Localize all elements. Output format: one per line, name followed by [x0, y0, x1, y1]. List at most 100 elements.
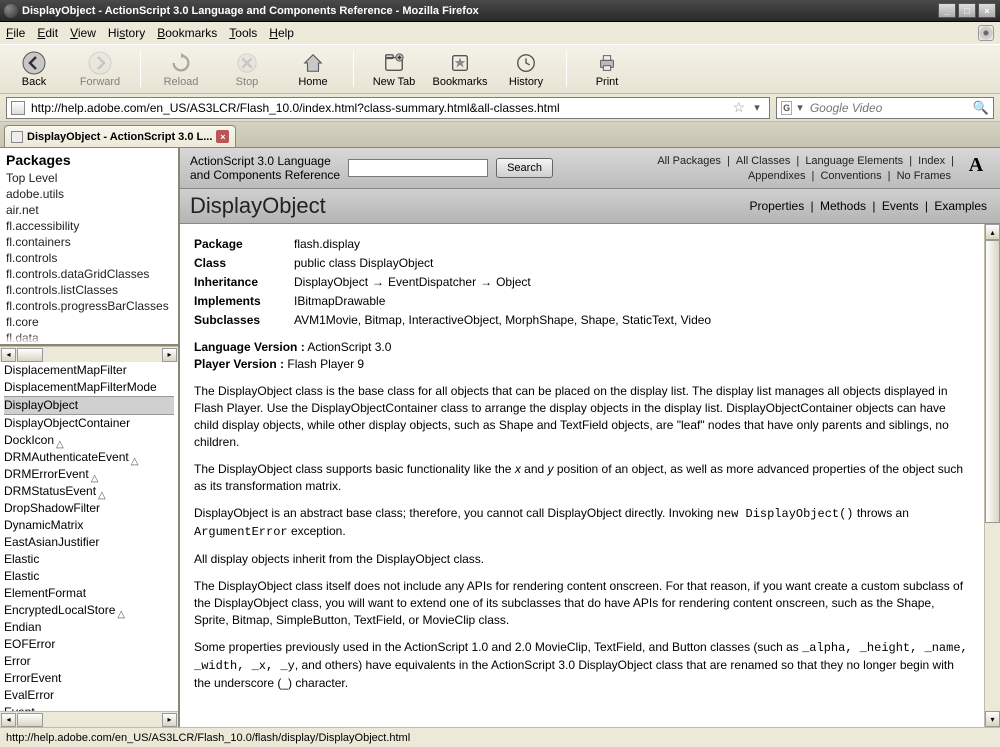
- class-item[interactable]: EvalError: [4, 687, 174, 704]
- class-item[interactable]: EOFError: [4, 636, 174, 653]
- class-item[interactable]: DynamicMatrix: [4, 517, 174, 534]
- doc-body[interactable]: Packageflash.display Classpublic class D…: [180, 224, 1000, 727]
- sublink-examples[interactable]: Examples: [934, 199, 987, 213]
- url-dropdown-icon[interactable]: ▾: [749, 101, 765, 114]
- package-item[interactable]: fl.controls.listClasses: [6, 282, 172, 298]
- para-5: The DisplayObject class itself does not …: [194, 578, 972, 629]
- doc-search-input[interactable]: [348, 159, 488, 177]
- bookmarks-button[interactable]: Bookmarks: [434, 50, 486, 88]
- class-item[interactable]: DisplayObject: [4, 396, 174, 415]
- meta-package[interactable]: flash.display: [294, 236, 972, 253]
- navlink-conventions[interactable]: Conventions: [820, 170, 881, 182]
- class-item[interactable]: ElementFormat: [4, 585, 174, 602]
- meta-subclasses[interactable]: AVM1Movie, Bitmap, InteractiveObject, Mo…: [294, 312, 972, 329]
- package-item[interactable]: fl.accessibility: [6, 218, 172, 234]
- package-item[interactable]: fl.core: [6, 314, 172, 330]
- class-item[interactable]: Event: [4, 704, 174, 711]
- class-item[interactable]: Endian: [4, 619, 174, 636]
- scroll-up-icon[interactable]: ▴: [985, 224, 1000, 240]
- scroll-thumb[interactable]: [985, 240, 1000, 523]
- search-go-icon[interactable]: 🔍: [973, 100, 989, 116]
- scroll-left-icon[interactable]: ◂: [1, 713, 16, 727]
- para-4: All display objects inherit from the Dis…: [194, 551, 972, 568]
- doc-search-button[interactable]: Search: [496, 158, 553, 178]
- navlink-allpackages[interactable]: All Packages: [657, 155, 721, 167]
- navlink-language-elements[interactable]: Language Elements: [805, 155, 903, 167]
- home-button[interactable]: Home: [287, 50, 339, 88]
- navlink-index[interactable]: Index: [918, 155, 945, 167]
- sublink-events[interactable]: Events: [882, 199, 919, 213]
- package-item[interactable]: air.net: [6, 202, 172, 218]
- menu-help[interactable]: Help: [269, 26, 294, 40]
- newtab-button[interactable]: New Tab: [368, 50, 420, 88]
- class-item[interactable]: DisplacementMapFilterMode: [4, 379, 174, 396]
- scroll-thumb[interactable]: [17, 348, 43, 362]
- stop-icon: [234, 50, 260, 76]
- doc-vscroll[interactable]: ▴ ▾: [984, 224, 1000, 727]
- history-icon: [513, 50, 539, 76]
- class-item[interactable]: DRMAuthenticateEvent: [4, 449, 174, 466]
- class-item[interactable]: DockIcon: [4, 432, 174, 449]
- search-box[interactable]: G ▾ 🔍: [776, 97, 994, 119]
- class-item[interactable]: EncryptedLocalStore: [4, 602, 174, 619]
- classes-list[interactable]: DisplacementMapFilterDisplacementMapFilt…: [0, 362, 178, 711]
- url-box[interactable]: ☆ ▾: [6, 97, 770, 119]
- adobe-logo-icon: A: [962, 154, 990, 184]
- search-input[interactable]: [808, 100, 969, 116]
- navlink-appendixes[interactable]: Appendixes: [748, 170, 806, 182]
- url-input[interactable]: [29, 100, 728, 116]
- scroll-right-icon[interactable]: ▸: [162, 713, 177, 727]
- class-item[interactable]: Elastic: [4, 568, 174, 585]
- class-item[interactable]: DisplacementMapFilter: [4, 362, 174, 379]
- scroll-left-icon[interactable]: ◂: [1, 348, 16, 362]
- main: ActionScript 3.0 Languageand Components …: [180, 148, 1000, 727]
- package-item[interactable]: fl.controls.dataGridClasses: [6, 266, 172, 282]
- close-button[interactable]: ×: [978, 3, 996, 18]
- meta-implements[interactable]: IBitmapDrawable: [294, 293, 972, 310]
- package-item[interactable]: adobe.utils: [6, 186, 172, 202]
- packages-list[interactable]: Top Leveladobe.utilsair.netfl.accessibil…: [0, 170, 178, 346]
- search-engine-dropdown-icon[interactable]: ▾: [796, 101, 804, 114]
- maximize-button[interactable]: □: [958, 3, 976, 18]
- packages-hscroll[interactable]: ◂ ▸: [0, 346, 178, 362]
- sublink-properties[interactable]: Properties: [750, 199, 805, 213]
- class-item[interactable]: DropShadowFilter: [4, 500, 174, 517]
- package-item[interactable]: fl.controls: [6, 250, 172, 266]
- history-button[interactable]: History: [500, 50, 552, 88]
- tab-active[interactable]: DisplayObject - ActionScript 3.0 L... ×: [4, 125, 236, 147]
- sublink-methods[interactable]: Methods: [820, 199, 866, 213]
- class-item[interactable]: EastAsianJustifier: [4, 534, 174, 551]
- menu-edit[interactable]: Edit: [37, 26, 58, 40]
- class-item[interactable]: ErrorEvent: [4, 670, 174, 687]
- navlink-allclasses[interactable]: All Classes: [736, 155, 790, 167]
- class-item[interactable]: DisplayObjectContainer: [4, 415, 174, 432]
- class-item[interactable]: Elastic: [4, 551, 174, 568]
- package-item[interactable]: fl.controls.progressBarClasses: [6, 298, 172, 314]
- packages-heading: Packages: [0, 148, 178, 170]
- reload-button[interactable]: Reload: [155, 50, 207, 88]
- tab-close-icon[interactable]: ×: [216, 130, 229, 143]
- air-icon: [98, 486, 109, 497]
- print-button[interactable]: Print: [581, 50, 633, 88]
- class-item[interactable]: DRMErrorEvent: [4, 466, 174, 483]
- package-item[interactable]: Top Level: [6, 170, 172, 186]
- scroll-down-icon[interactable]: ▾: [985, 711, 1000, 727]
- minimize-button[interactable]: _: [938, 3, 956, 18]
- package-item[interactable]: fl.containers: [6, 234, 172, 250]
- menu-file[interactable]: File: [6, 26, 25, 40]
- menu-history[interactable]: History: [108, 26, 145, 40]
- menu-bookmarks[interactable]: Bookmarks: [157, 26, 217, 40]
- search-engine-icon[interactable]: G: [781, 101, 792, 115]
- classes-hscroll[interactable]: ◂ ▸: [0, 711, 178, 727]
- scroll-thumb[interactable]: [17, 713, 43, 727]
- navlink-noframes[interactable]: No Frames: [897, 170, 951, 182]
- menu-view[interactable]: View: [70, 26, 96, 40]
- menu-tools[interactable]: Tools: [229, 26, 257, 40]
- scroll-right-icon[interactable]: ▸: [162, 348, 177, 362]
- reload-icon: [168, 50, 194, 76]
- air-icon: [56, 435, 67, 446]
- class-item[interactable]: DRMStatusEvent: [4, 483, 174, 500]
- back-button[interactable]: Back: [8, 50, 60, 88]
- bookmark-star-icon[interactable]: ☆: [732, 99, 745, 116]
- class-item[interactable]: Error: [4, 653, 174, 670]
